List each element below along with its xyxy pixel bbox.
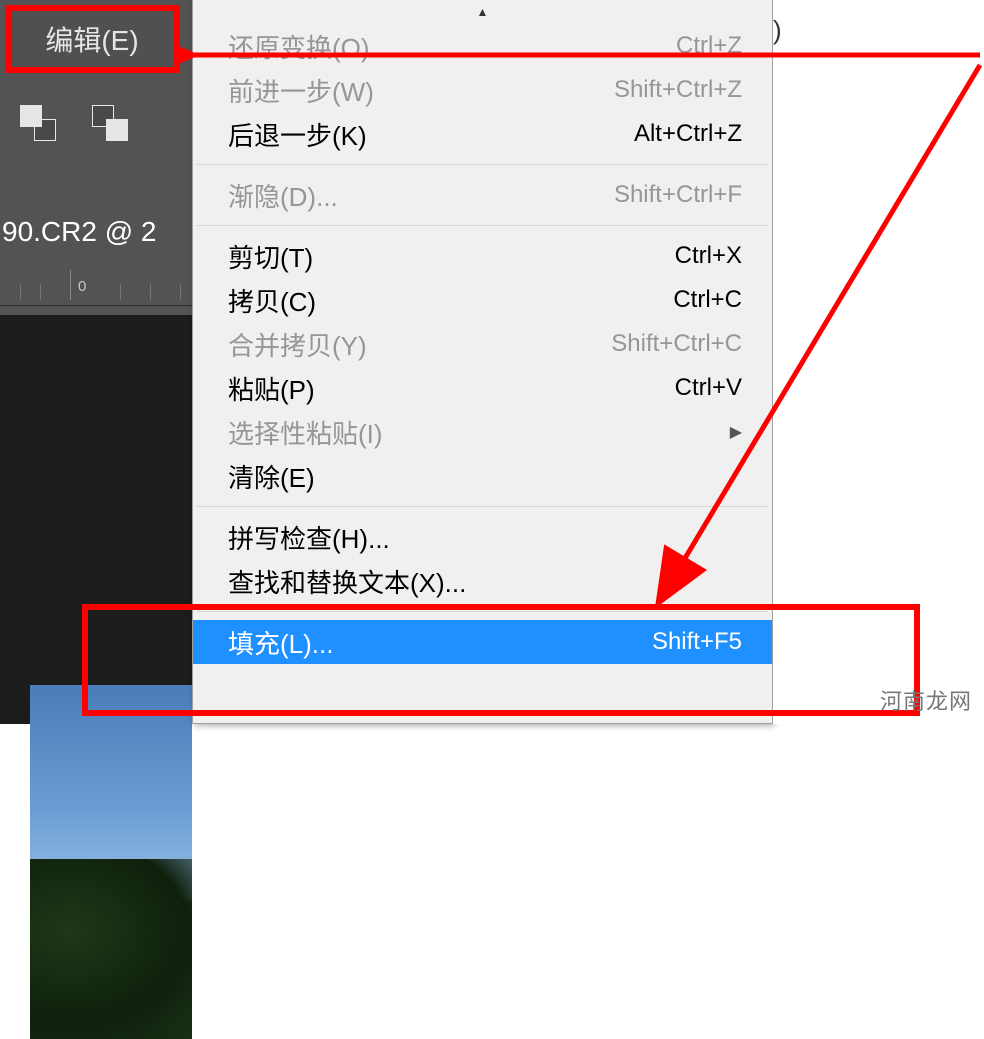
menu-item-shortcut: Ctrl+C [673,286,742,314]
menu-item-fade[interactable]: 渐隐(D)... Shift+Ctrl+F [193,173,772,217]
menu-item-find-replace[interactable]: 查找和替换文本(X)... [193,559,772,603]
menu-item-shortcut: Shift+F5 [652,628,742,656]
menu-item-shortcut: Shift+Ctrl+F [614,181,742,209]
menu-item-label: 还原变换(O) [228,28,370,65]
background-color-icon[interactable] [92,105,134,147]
menu-separator [197,506,768,507]
menu-item-paste-special[interactable]: 选择性粘贴(I) ▶ [193,410,772,454]
menu-item-label: 剪切(T) [228,238,313,275]
toolbar-icons [20,100,170,152]
menu-item-step-backward[interactable]: 后退一步(K) Alt+Ctrl+Z [193,112,772,156]
menu-item-label: 渐隐(D)... [228,177,338,214]
document-tab-label: 90.CR2 @ 2 [2,216,157,248]
right-blank-area [773,0,984,724]
ruler: 0 [0,262,192,306]
menu-item-label: 选择性粘贴(I) [228,414,383,451]
menu-item-cut[interactable]: 剪切(T) Ctrl+X [193,234,772,278]
menu-item-label: 填充(L)... [228,624,333,661]
watermark: 河南龙网 [880,684,972,716]
menu-item-paste[interactable]: 粘贴(P) Ctrl+V [193,366,772,410]
menu-item-copy-merged[interactable]: 合并拷贝(Y) Shift+Ctrl+C [193,322,772,366]
menu-item-copy[interactable]: 拷贝(C) Ctrl+C [193,278,772,322]
edit-dropdown-menu: ▲ 还原变换(O) Ctrl+Z 前进一步(W) Shift+Ctrl+Z 后退… [192,0,773,724]
ruler-tick-label: 0 [78,278,86,295]
edit-menu-button[interactable]: 编辑(E) [8,10,176,68]
menu-item-shortcut: Ctrl+Z [676,32,742,60]
menu-item-label: 后退一步(K) [228,116,367,153]
edit-menu-label: 编辑(E) [45,19,138,59]
menu-item-shortcut: Ctrl+V [675,374,742,402]
menu-item-label: 拷贝(C) [228,282,316,319]
menu-item-label: 前进一步(W) [228,72,374,109]
submenu-arrow-icon: ▶ [730,422,742,442]
menu-item-clear[interactable]: 清除(E) [193,454,772,498]
menu-item-shortcut: Alt+Ctrl+Z [634,120,742,148]
menu-item-label: 拼写检查(H)... [228,519,390,556]
menu-scroll-up-icon[interactable]: ▲ [193,0,772,24]
menu-item-label: 清除(E) [228,458,315,495]
menu-item-label: 查找和替换文本(X)... [228,563,466,600]
menu-item-spell-check[interactable]: 拼写检查(H)... [193,515,772,559]
menu-item-shortcut: Ctrl+X [675,242,742,270]
canvas-image[interactable] [30,685,192,1039]
menu-item-label: 合并拷贝(Y) [228,326,367,363]
menu-item-label: 粘贴(P) [228,370,315,407]
menu-item-undo[interactable]: 还原变换(O) Ctrl+Z [193,24,772,68]
menu-item-fill[interactable]: 填充(L)... Shift+F5 [193,620,772,664]
menu-separator [197,225,768,226]
document-tab[interactable]: 90.CR2 @ 2 [0,204,192,260]
menu-separator [197,611,768,612]
foreground-color-icon[interactable] [20,105,62,147]
menu-item-shortcut: Shift+Ctrl+Z [614,76,742,104]
menu-separator [197,164,768,165]
canvas-dark-area [0,315,192,724]
menu-item-shortcut: Shift+Ctrl+C [611,330,742,358]
menu-item-step-forward[interactable]: 前进一步(W) Shift+Ctrl+Z [193,68,772,112]
app-background: 编辑(E) 90.CR2 @ 2 0 ▲ 还原变换(O) Ctrl+Z 前进 [0,0,773,724]
right-stub-text: ) [773,15,793,55]
